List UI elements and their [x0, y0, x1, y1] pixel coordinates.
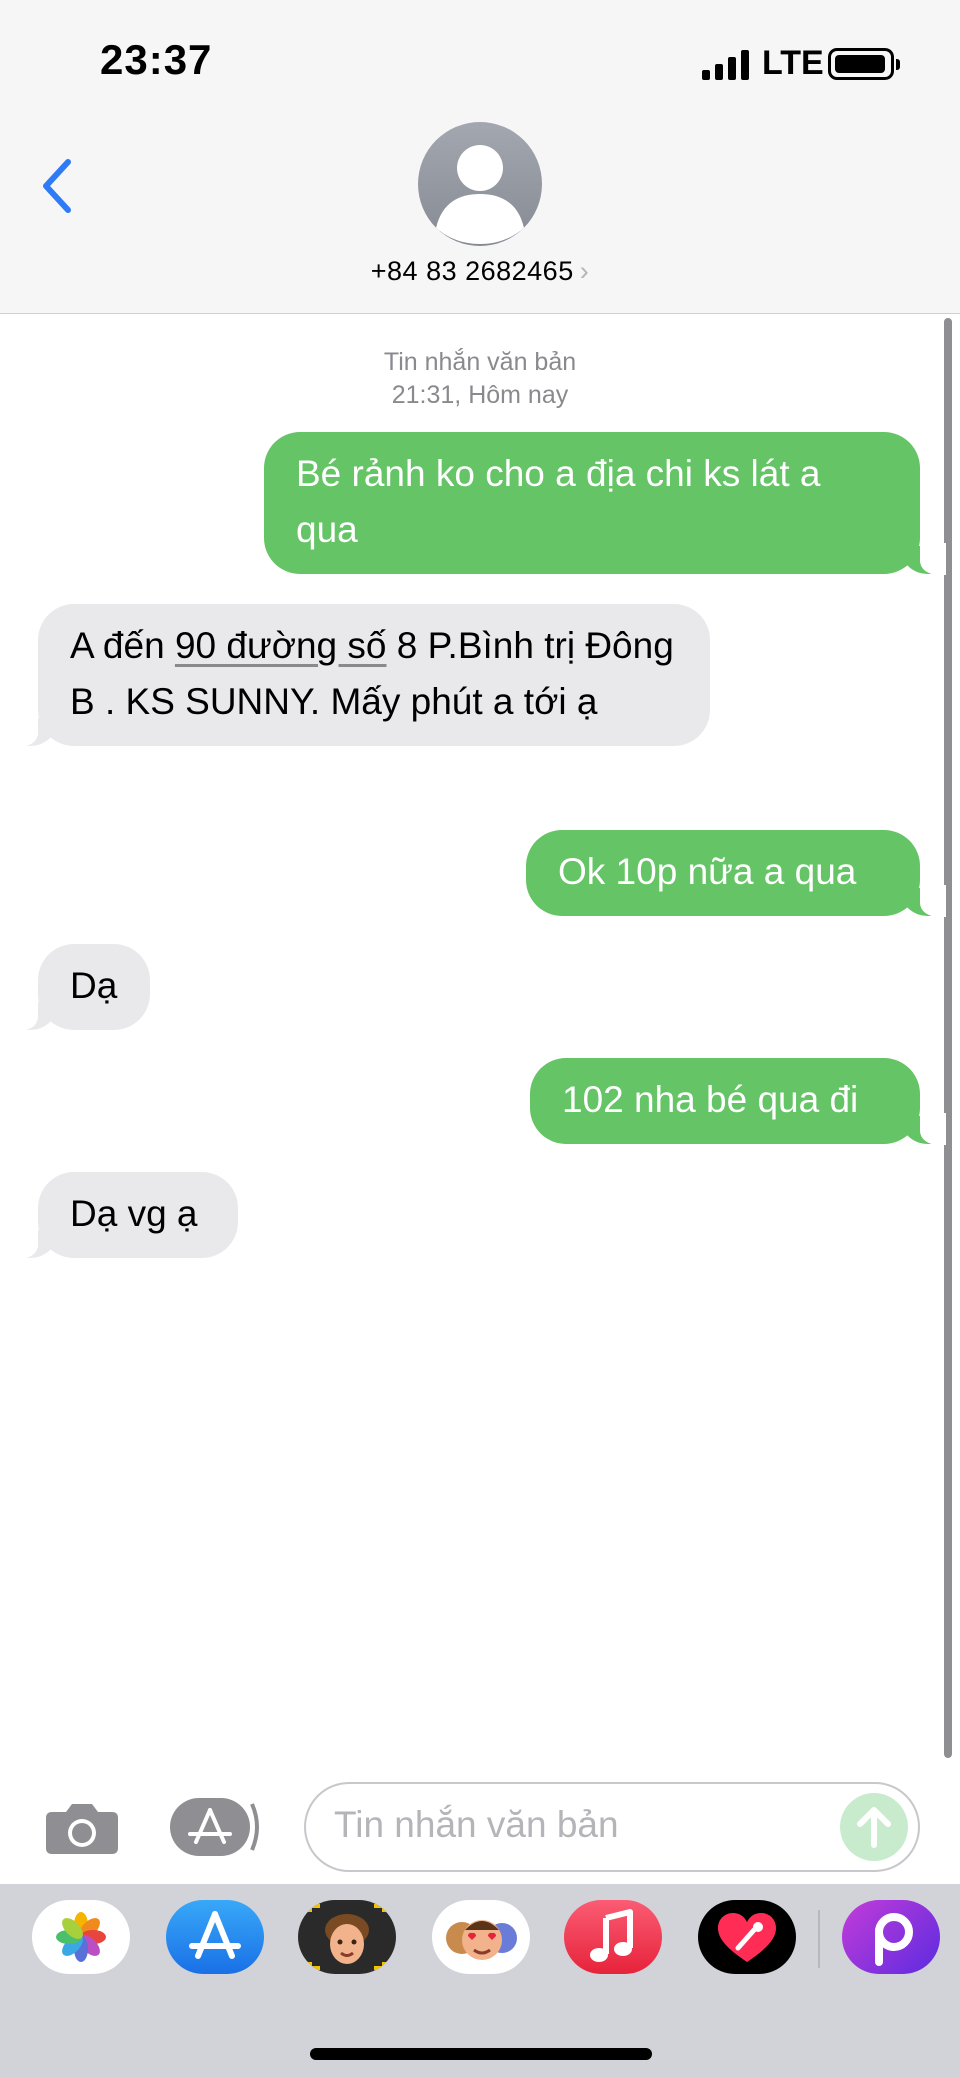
music-icon[interactable]: [564, 1900, 662, 1974]
person-silhouette-icon: [436, 145, 524, 244]
message-input[interactable]: Tin nhắn văn bản: [304, 1782, 920, 1872]
message-list[interactable]: Tin nhắn văn bản 21:31, Hôm nay Bé rảnh …: [0, 314, 960, 1774]
memoji-icon[interactable]: [298, 1900, 396, 1974]
message-text: Bé rảnh ko cho a địa chi ks lát a qua: [296, 453, 821, 550]
app-store-icon[interactable]: [166, 1900, 264, 1974]
received-message-bubble[interactable]: Dạ vg ạ: [12, 1172, 238, 1259]
message-text: A đến: [70, 625, 175, 666]
composer-bar: Tin nhắn văn bản: [0, 1774, 960, 1884]
message-text: Dạ: [70, 965, 118, 1006]
contact-number: +84 83 2682465: [370, 256, 574, 286]
address-link[interactable]: 90 đường số: [175, 625, 387, 666]
network-type: LTE: [762, 44, 824, 82]
message-text: 102 nha bé qua đi: [562, 1079, 859, 1120]
contact-name-button[interactable]: +84 83 2682465 ›: [0, 256, 960, 287]
message-input-placeholder: Tin nhắn văn bản: [334, 1804, 619, 1845]
conversation-header: +84 83 2682465 ›: [0, 120, 960, 314]
picsart-icon[interactable]: [842, 1900, 940, 1974]
sent-message-bubble[interactable]: Ok 10p nữa a qua: [526, 830, 946, 917]
send-button[interactable]: [840, 1793, 908, 1861]
message-text: Ok 10p nữa a qua: [558, 851, 857, 892]
photos-icon[interactable]: [32, 1900, 130, 1974]
dock-divider: [818, 1910, 820, 1968]
message-timestamp: 21:31, Hôm nay: [391, 381, 569, 409]
battery-icon: [828, 48, 900, 80]
home-indicator[interactable]: [310, 2048, 652, 2060]
received-message-bubble[interactable]: Dạ: [12, 944, 150, 1031]
status-time: 23:37: [100, 36, 213, 83]
received-message-bubble[interactable]: A đến 90 đường số 8 P.Bình trị Đông B . …: [12, 604, 710, 747]
arrow-up-icon: [857, 1807, 891, 1848]
status-bar: 23:37 LTE: [0, 0, 960, 120]
chevron-right-icon: ›: [579, 256, 590, 286]
contact-avatar[interactable]: [418, 122, 542, 246]
scrollbar[interactable]: [944, 318, 952, 1758]
app-store-apps-icon[interactable]: [168, 1796, 264, 1858]
cellular-signal-icon: [702, 50, 749, 80]
sent-message-bubble[interactable]: Bé rảnh ko cho a địa chi ks lát a qua: [264, 432, 946, 575]
sent-message-bubble[interactable]: 102 nha bé qua đi: [530, 1058, 946, 1145]
animoji-stickers-icon[interactable]: [432, 1900, 530, 1974]
message-type-label: Tin nhắn văn bản: [383, 348, 577, 376]
timestamp-header: Tin nhắn văn bản 21:31, Hôm nay: [0, 346, 960, 412]
digital-touch-icon[interactable]: [698, 1900, 796, 1974]
camera-icon[interactable]: [44, 1800, 120, 1856]
imessage-app-drawer: [0, 1884, 960, 2077]
back-chevron-icon[interactable]: [38, 156, 78, 216]
message-text: Dạ vg ạ: [70, 1193, 198, 1234]
